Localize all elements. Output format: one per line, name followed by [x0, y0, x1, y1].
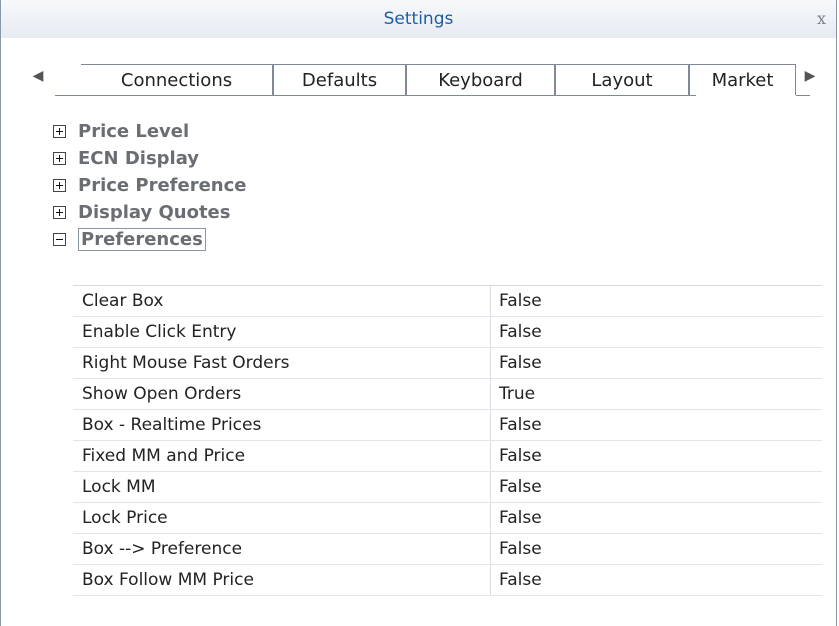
property-value[interactable]: False	[499, 508, 542, 528]
tree-node-label: ECN Display	[78, 148, 200, 169]
property-name: Box Follow MM Price	[82, 570, 254, 590]
tab-scroll-left-icon[interactable]: ◀	[29, 64, 47, 88]
property-row[interactable]: Show Open Orders True	[73, 379, 822, 410]
property-row[interactable]: Lock Price False	[73, 503, 822, 534]
title-bar: Settings x	[1, 0, 836, 39]
close-button[interactable]: x	[817, 9, 826, 28]
property-value[interactable]: False	[499, 446, 542, 466]
property-value[interactable]: False	[499, 322, 542, 342]
settings-tree: Price Level ECN Display Price Preference…	[53, 118, 822, 253]
settings-window: Settings x ◀ Connections Defaults Keyboa…	[0, 0, 837, 626]
tab-defaults[interactable]: Defaults	[273, 64, 406, 95]
preferences-grid: Clear Box False Enable Click Entry False R…	[73, 285, 822, 596]
property-name: Box --> Preference	[82, 539, 243, 559]
tree-node-preferences[interactable]: Preferences	[53, 226, 822, 253]
active-tab-gap	[696, 95, 796, 97]
tree-node-label: Price Level	[78, 121, 190, 142]
collapse-minus-icon[interactable]	[53, 233, 66, 246]
tree-node-label: Price Preference	[78, 175, 247, 196]
tab-layout[interactable]: Layout	[555, 64, 689, 95]
property-name: Fixed MM and Price	[82, 446, 246, 466]
tree-node-label: Preferences	[78, 228, 206, 251]
property-name: Show Open Orders	[82, 384, 242, 404]
property-name: Clear Box	[82, 291, 164, 311]
property-value[interactable]: False	[499, 570, 542, 590]
expand-plus-icon[interactable]	[53, 152, 66, 165]
property-row[interactable]: Box Follow MM Price False	[73, 565, 822, 596]
property-row[interactable]: Clear Box False	[73, 286, 822, 317]
property-value[interactable]: True	[499, 384, 535, 404]
tree-node-label: Display Quotes	[78, 202, 231, 223]
property-value[interactable]: False	[499, 539, 542, 559]
property-name: Lock MM	[82, 477, 156, 497]
property-name: Lock Price	[82, 508, 168, 528]
property-value[interactable]: False	[499, 291, 542, 311]
property-row[interactable]: Right Mouse Fast Orders False	[73, 348, 822, 379]
property-name: Box - Realtime Prices	[82, 415, 262, 435]
tree-node-display-quotes[interactable]: Display Quotes	[53, 199, 822, 226]
tab-connections[interactable]: Connections	[81, 64, 273, 95]
window-title: Settings	[383, 9, 454, 29]
tree-node-price-preference[interactable]: Price Preference	[53, 172, 822, 199]
expand-plus-icon[interactable]	[53, 179, 66, 192]
tree-node-price-level[interactable]: Price Level	[53, 118, 822, 145]
expand-plus-icon[interactable]	[53, 125, 66, 138]
property-row[interactable]: Fixed MM and Price False	[73, 441, 822, 472]
property-name: Right Mouse Fast Orders	[82, 353, 290, 373]
tab-scroll-right-icon[interactable]: ▶	[801, 64, 819, 88]
tab-keyboard[interactable]: Keyboard	[406, 64, 555, 95]
tree-node-ecn-display[interactable]: ECN Display	[53, 145, 822, 172]
property-value[interactable]: False	[499, 477, 542, 497]
property-row[interactable]: Enable Click Entry False	[73, 317, 822, 348]
property-row[interactable]: Lock MM False	[73, 472, 822, 503]
property-row[interactable]: Box - Realtime Prices False	[73, 410, 822, 441]
tab-market[interactable]: Market	[689, 64, 796, 95]
expand-plus-icon[interactable]	[53, 206, 66, 219]
property-row[interactable]: Box --> Preference False	[73, 534, 822, 565]
property-value[interactable]: False	[499, 415, 542, 435]
property-name: Enable Click Entry	[82, 322, 237, 342]
property-value[interactable]: False	[499, 353, 542, 373]
